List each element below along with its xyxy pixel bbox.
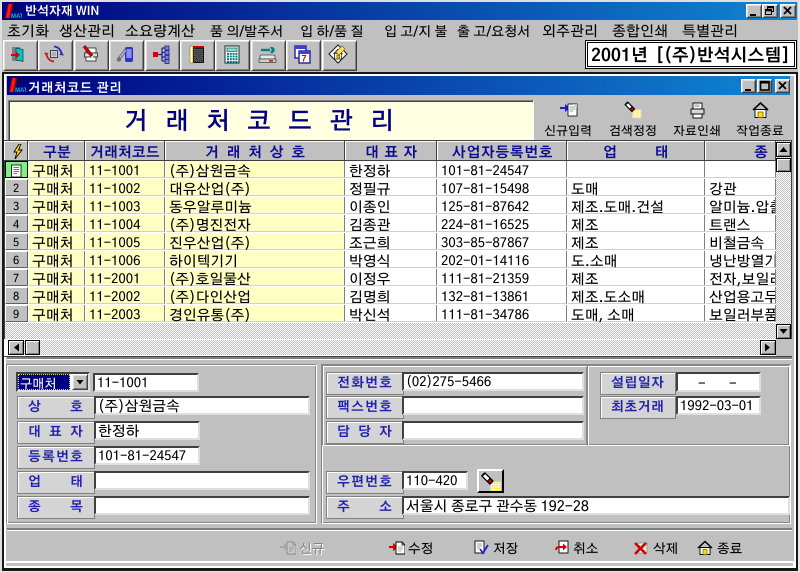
svg-text:7: 7 — [302, 54, 307, 64]
svg-text:MAT: MAT — [15, 88, 26, 93]
svg-text:MAT: MAT — [11, 14, 22, 19]
